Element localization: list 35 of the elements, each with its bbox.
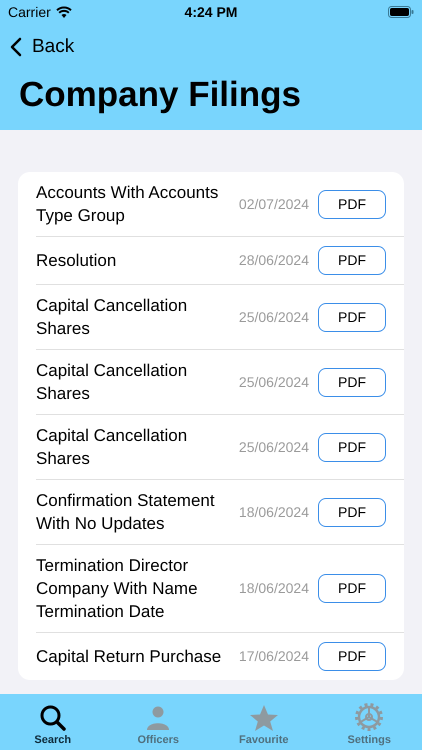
pdf-button[interactable]: PDF: [318, 642, 386, 671]
pdf-button[interactable]: PDF: [318, 368, 386, 396]
status-time: 4:24 PM: [184, 2, 238, 22]
search-icon: [38, 704, 67, 732]
back-button[interactable]: Back: [0, 24, 84, 70]
filing-date: 18/06/2024: [238, 579, 309, 598]
pdf-button[interactable]: PDF: [318, 574, 386, 603]
pdf-button[interactable]: PDF: [318, 190, 386, 218]
pdf-button[interactable]: PDF: [318, 498, 386, 526]
filing-date: 28/06/2024: [238, 251, 309, 270]
filing-title: Termination Director Company With Name Termination Date: [36, 555, 199, 623]
filing-title: Resolution: [36, 250, 118, 272]
pdf-button[interactable]: PDF: [318, 302, 386, 332]
battery-icon: [388, 6, 414, 18]
filing-date: 02/07/2024: [238, 194, 309, 214]
pdf-button[interactable]: PDF: [318, 246, 386, 275]
filing-title: Confirmation Statement With No Updates: [36, 490, 216, 535]
filing-date: 25/06/2024: [238, 308, 309, 326]
filing-title: Capital Cancellation Shares: [36, 295, 188, 340]
filing-date: 25/06/2024: [238, 372, 309, 392]
filing-date: 17/06/2024: [238, 647, 309, 666]
pdf-button[interactable]: PDF: [318, 432, 386, 462]
tab-bar-item[interactable]: Search: [0, 694, 106, 750]
filing-date: 25/06/2024: [238, 438, 309, 456]
wifi-icon: [56, 6, 72, 18]
settings-icon: [354, 702, 384, 732]
star-icon: [248, 704, 279, 732]
carrier-label: Carrier: [8, 2, 51, 22]
chevron-left-icon: [10, 37, 22, 57]
filing-title: Capital Return Purchase: [36, 646, 222, 668]
page-title: Company Filings: [18, 74, 302, 116]
filing-title: Accounts With Accounts Type Group: [36, 182, 220, 227]
filing-title: Capital Cancellation Shares: [36, 360, 188, 405]
filing-title: Capital Cancellation Shares: [36, 425, 188, 470]
filing-date: 18/06/2024: [238, 502, 309, 522]
